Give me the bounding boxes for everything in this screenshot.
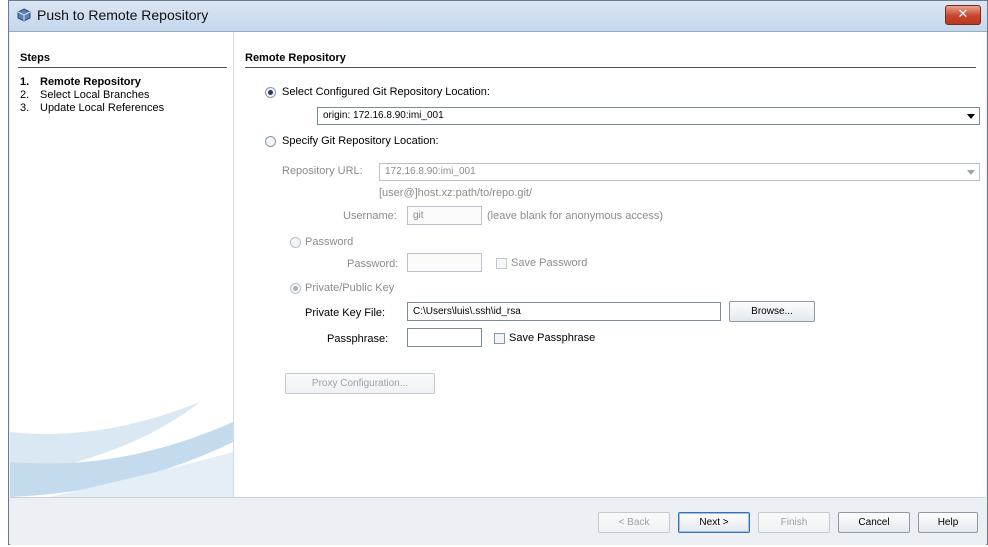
repository-url-hint: [user@]host.xz:path/to/repo.git/	[379, 187, 533, 199]
step-update-local-references: 3. Update Local References	[20, 102, 165, 114]
repository-url-select[interactable]: 172.16.8.90:imi_001	[379, 163, 980, 181]
password-label: Password:	[347, 258, 399, 270]
steps-header: Steps	[20, 52, 50, 64]
repository-url-label: Repository URL:	[282, 165, 363, 177]
push-dialog: Push to Remote Repository ✕ Steps 1. Remo…	[8, 0, 988, 545]
save-password-label: Save Password	[511, 257, 588, 269]
password-field[interactable]	[407, 253, 482, 272]
dialog-title: Push to Remote Repository	[37, 7, 209, 23]
configured-location-select[interactable]: origin: 172.16.8.90:imi_001	[317, 107, 980, 125]
specify-location-label: Specify Git Repository Location:	[282, 135, 439, 147]
save-passphrase-label: Save Passphrase	[509, 332, 596, 344]
password-option-label: Password	[305, 236, 354, 248]
username-hint: (leave blank for anonymous access)	[487, 210, 664, 222]
save-password-checkbox[interactable]	[496, 258, 507, 269]
private-key-radio[interactable]	[290, 283, 301, 294]
private-key-file-label: Private Key File:	[305, 307, 386, 319]
section-divider	[245, 67, 976, 68]
dialog-content: Steps 1. Remote Repository 2. Select Local…	[10, 32, 986, 497]
step-remote-repository: 1. Remote Repository	[20, 76, 141, 88]
decorative-swoosh	[10, 402, 233, 497]
password-radio[interactable]	[290, 237, 301, 248]
specify-location-radio[interactable]	[265, 136, 276, 147]
back-button[interactable]: < Back	[598, 512, 670, 533]
configured-location-radio[interactable]	[265, 87, 276, 98]
configured-location-label: Select Configured Git Repository Locatio…	[282, 86, 490, 98]
username-field[interactable]: git	[407, 206, 482, 225]
next-button[interactable]: Next >	[678, 512, 750, 533]
finish-button[interactable]: Finish	[758, 512, 830, 533]
chevron-down-icon	[967, 114, 975, 119]
username-label: Username:	[343, 210, 397, 222]
browse-button[interactable]: Browse...	[729, 301, 815, 322]
title-bar: Push to Remote Repository ✕	[9, 1, 987, 32]
save-passphrase-checkbox[interactable]	[494, 333, 505, 344]
private-key-file-field[interactable]: C:\Users\luis\.ssh\id_rsa	[407, 302, 721, 321]
cancel-button[interactable]: Cancel	[838, 512, 910, 533]
help-button[interactable]: Help	[918, 512, 978, 533]
app-icon	[17, 8, 31, 22]
configured-location-value: origin: 172.16.8.90:imi_001	[323, 110, 444, 121]
step-select-local-branches: 2. Select Local Branches	[20, 89, 150, 101]
repository-url-value: 172.16.8.90:imi_001	[385, 166, 476, 177]
private-key-option-label: Private/Public Key	[305, 282, 395, 294]
chevron-down-icon	[967, 170, 975, 175]
steps-divider	[18, 67, 227, 68]
passphrase-label: Passphrase:	[327, 333, 389, 345]
passphrase-field[interactable]	[407, 328, 482, 347]
proxy-configuration-button[interactable]: Proxy Configuration...	[285, 373, 435, 394]
button-bar: < Back Next > Finish Cancel Help	[10, 497, 986, 545]
section-title: Remote Repository	[245, 52, 346, 64]
remote-repository-panel: Remote Repository Select Configured Git …	[245, 32, 986, 497]
steps-panel: Steps 1. Remote Repository 2. Select Local…	[10, 32, 234, 497]
close-button[interactable]: ✕	[945, 5, 981, 25]
